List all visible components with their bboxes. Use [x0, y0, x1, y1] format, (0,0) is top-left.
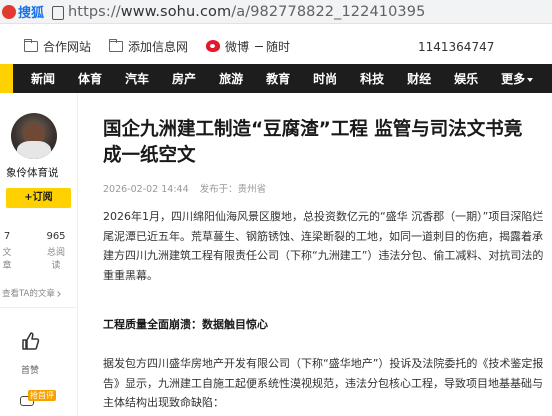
bookmark-anytime[interactable]: 随时 [255, 38, 290, 55]
site-nav: 新闻 体育 汽车 房产 旅游 教育 时尚 科技 财经 娱乐 更多 [0, 64, 552, 93]
stat-value: 7 [3, 231, 11, 242]
comment-button[interactable]: 抢首评 [14, 390, 62, 406]
bookmarks-right-text: 1141364747 [418, 40, 495, 54]
bookmark-label: 合作网站 [43, 39, 92, 54]
first-comment-tag: 抢首评 [28, 390, 56, 401]
author-name[interactable]: 象伶体育说 [6, 165, 59, 180]
bookmark-weibo[interactable]: 微博 [206, 38, 249, 55]
stat-total-reads: 965 总阅读 [44, 231, 68, 271]
stat-articles: 7 文章 [0, 231, 14, 271]
article-subheading: 工程质量全面崩溃：数据触目惊心 [103, 318, 268, 331]
article-date: 2026-02-02 14:44 [103, 184, 189, 195]
article-paragraph: 2026年1月，四川绵阳仙海风景区腹地，总投资数亿元的“盛华 沉香郡（一期）”项… [103, 210, 544, 282]
weibo-icon [206, 40, 221, 52]
bookmark-label: 添加信息网 [128, 39, 189, 54]
browser-brand-label: 搜狐 [18, 6, 45, 21]
page-icon [50, 5, 65, 20]
browser-address-bar[interactable]: 搜狐 https://www.sohu.com/a/982778822_1224… [0, 0, 552, 24]
nav-item-realestate[interactable]: 房产 [172, 70, 196, 87]
bookmark-label: 随时 [266, 39, 291, 54]
folder-icon [108, 38, 124, 52]
follow-button[interactable]: +订阅 [6, 188, 71, 208]
nav-item-education[interactable]: 教育 [266, 70, 290, 87]
url-text[interactable]: https://www.sohu.com/a/982778822_1224103… [68, 4, 425, 20]
see-author-articles-link[interactable]: 查看TA的文章 [2, 287, 61, 299]
nav-item-auto[interactable]: 汽车 [125, 70, 149, 87]
like-label: 首赞 [21, 366, 40, 376]
stat-value: 965 [46, 231, 66, 242]
chevron-right-icon [55, 290, 61, 297]
nav-item-entertainment[interactable]: 娱乐 [454, 70, 478, 87]
bookmark-partners[interactable]: 合作网站 [23, 38, 92, 55]
article-title: 国企九洲建工制造“豆腐渣”工程 监管与司法文书竟 成一纸空文 [103, 119, 523, 166]
nav-item-tech[interactable]: 科技 [360, 70, 384, 87]
nav-item-more[interactable]: 更多 [501, 70, 534, 87]
nav-item-news[interactable]: 新闻 [31, 70, 55, 87]
article-meta: 2026-02-02 14:44 发布于：贵州省 [103, 181, 266, 195]
sohu-logo-tab[interactable] [0, 64, 13, 93]
folder-icon [23, 38, 38, 52]
article-source: 发布于：贵州省 [199, 184, 267, 195]
thumbs-up-icon[interactable] [20, 331, 40, 351]
nav-item-finance[interactable]: 财经 [407, 70, 431, 87]
stat-label: 总阅读 [46, 248, 65, 271]
sidebar-divider [0, 307, 78, 308]
chevron-down-icon [527, 77, 534, 82]
author-avatar[interactable] [11, 113, 57, 159]
nav-item-fashion[interactable]: 时尚 [313, 70, 337, 87]
author-sidebar: 象伶体育说 +订阅 7 文章 965 总阅读 查看TA的文章 首赞 抢首评 [0, 93, 78, 416]
article-paragraph: 据发包方四川盛华房地产开发有限公司（下称“盛华地产”）投诉及法院委托的《技术鉴定… [103, 357, 544, 409]
bookmark-add-info[interactable]: 添加信息网 [108, 38, 189, 55]
nav-item-travel[interactable]: 旅游 [219, 70, 243, 87]
stat-label: 文章 [2, 248, 12, 271]
browser-logo-icon [2, 4, 16, 19]
bookmark-label: 微博 [225, 39, 250, 54]
browser-brand: 搜狐 [2, 2, 44, 21]
nav-item-sports[interactable]: 体育 [78, 70, 102, 87]
